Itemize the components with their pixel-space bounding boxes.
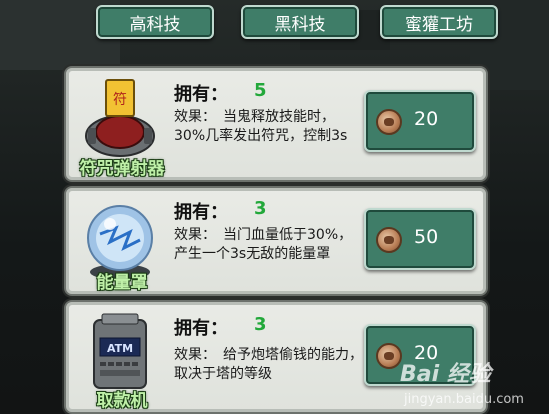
- item-name: 符咒弹射器: [79, 159, 165, 179]
- item-name: 取款机: [96, 391, 148, 411]
- own-count: 3: [254, 198, 267, 219]
- buy-button[interactable]: 20: [364, 90, 476, 152]
- item-effect: 效果： 当门血量低于30%，产生一个3s无敌的能量罩: [174, 227, 353, 262]
- talisman-glyph: 符: [113, 92, 127, 108]
- coin-icon: [376, 227, 402, 253]
- price-value: 50: [414, 226, 439, 248]
- tab-honey-badger-workshop[interactable]: 蜜獾工坊: [380, 5, 498, 39]
- buy-button[interactable]: 50: [364, 208, 476, 270]
- item-effect: 效果： 给予炮塔偷钱的能力，取决于塔的等级: [174, 347, 363, 382]
- own-label: 拥有：: [174, 202, 228, 223]
- own-count: 5: [254, 80, 267, 101]
- tab-high-tech[interactable]: 高科技: [96, 5, 214, 39]
- item-effect: 效果： 当鬼释放技能时，30%几率发出符咒，控制3s: [174, 109, 348, 144]
- tab-black-tech[interactable]: 黑科技: [241, 5, 359, 39]
- shop-item-card: 符 符咒弹射器 拥有： 5 效果： 当鬼释放技能时，30%几率发出符咒，控制3s…: [64, 66, 488, 182]
- shop-item-card: 能量罩 拥有： 3 效果： 当门血量低于30%，产生一个3s无敌的能量罩 50: [64, 186, 488, 296]
- price-value: 20: [414, 108, 439, 130]
- own-label: 拥有：: [174, 318, 228, 339]
- watermark-url: jingyan.baidu.com: [404, 392, 524, 407]
- watermark: Bai 经验 jingyan.baidu.com: [400, 356, 548, 412]
- coin-icon: [376, 343, 402, 369]
- own-label: 拥有：: [174, 84, 228, 105]
- item-name: 能量罩: [96, 273, 148, 293]
- coin-icon: [376, 109, 402, 135]
- own-count: 3: [254, 314, 267, 335]
- watermark-logo: Bai 经验: [400, 362, 491, 387]
- atm-screen-text: ATM: [107, 342, 133, 355]
